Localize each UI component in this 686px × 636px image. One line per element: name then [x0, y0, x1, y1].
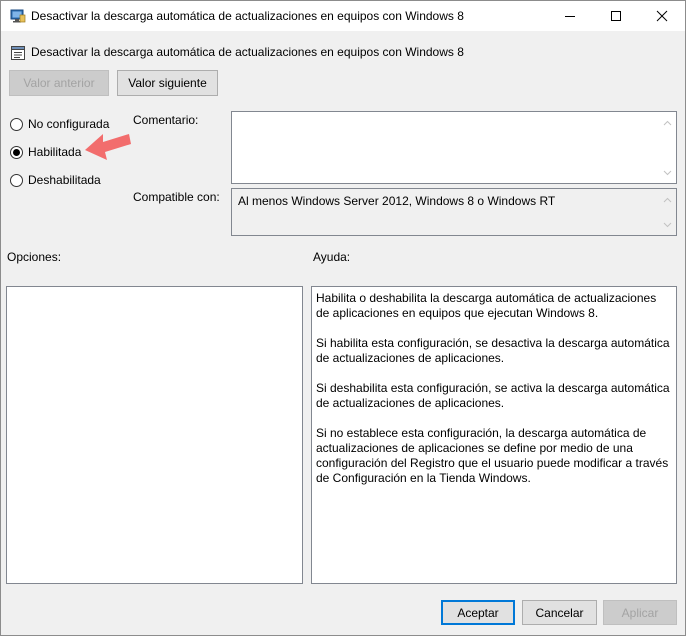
ok-button[interactable]: Aceptar	[441, 600, 515, 625]
radio-enabled[interactable]: Habilitada	[10, 144, 81, 160]
maximize-button[interactable]	[593, 1, 639, 31]
comment-textarea[interactable]	[231, 111, 677, 184]
scroll-up-icon[interactable]	[659, 114, 676, 131]
supported-on-value: Al menos Windows Server 2012, Windows 8 …	[238, 194, 556, 208]
window-title: Desactivar la descarga automática de act…	[31, 9, 464, 23]
policy-title: Desactivar la descarga automática de act…	[31, 45, 464, 59]
scroll-up-icon[interactable]	[659, 191, 676, 208]
radio-circle[interactable]	[10, 117, 23, 131]
radio-circle-checked[interactable]	[10, 145, 23, 159]
radio-circle[interactable]	[10, 173, 23, 187]
help-paragraph: Si deshabilita esta configuración, se ac…	[316, 381, 670, 410]
scroll-down-icon[interactable]	[659, 164, 676, 181]
radio-label: Deshabilitada	[28, 173, 101, 187]
supported-scrollbar[interactable]	[659, 189, 676, 235]
radio-disabled[interactable]: Deshabilitada	[10, 172, 101, 188]
help-paragraph: Si habilita esta configuración, se desac…	[316, 336, 670, 365]
policy-dialog: Desactivar la descarga automática de act…	[0, 0, 686, 636]
help-paragraph: Si no establece esta configuración, la d…	[316, 426, 669, 485]
supported-on-field: Al menos Windows Server 2012, Windows 8 …	[231, 188, 677, 236]
minimize-icon	[565, 16, 575, 17]
next-setting-button[interactable]: Valor siguiente	[117, 70, 218, 96]
supported-on-label: Compatible con:	[133, 190, 220, 204]
scroll-down-icon[interactable]	[659, 216, 676, 233]
maximize-icon	[611, 11, 621, 21]
title-bar[interactable]: Desactivar la descarga automática de act…	[1, 1, 685, 31]
options-panel[interactable]	[6, 286, 303, 584]
help-panel[interactable]: Habilita o deshabilita la descarga autom…	[311, 286, 677, 584]
policy-setting-icon	[10, 45, 26, 61]
group-policy-app-icon	[10, 9, 26, 23]
help-text: Habilita o deshabilita la descarga autom…	[316, 291, 672, 501]
close-button[interactable]	[639, 1, 685, 31]
annotation-arrow-icon	[85, 134, 131, 160]
comment-scrollbar[interactable]	[659, 112, 676, 183]
cancel-button[interactable]: Cancelar	[522, 600, 597, 625]
apply-button[interactable]: Aplicar	[603, 600, 677, 625]
options-label: Opciones:	[7, 250, 62, 264]
previous-setting-button[interactable]: Valor anterior	[9, 70, 109, 96]
close-icon	[656, 10, 668, 22]
comment-label: Comentario:	[133, 113, 199, 127]
minimize-button[interactable]	[547, 1, 593, 31]
help-paragraph: Habilita o deshabilita la descarga autom…	[316, 291, 657, 320]
help-label: Ayuda:	[313, 250, 351, 264]
radio-label: Habilitada	[28, 145, 82, 159]
